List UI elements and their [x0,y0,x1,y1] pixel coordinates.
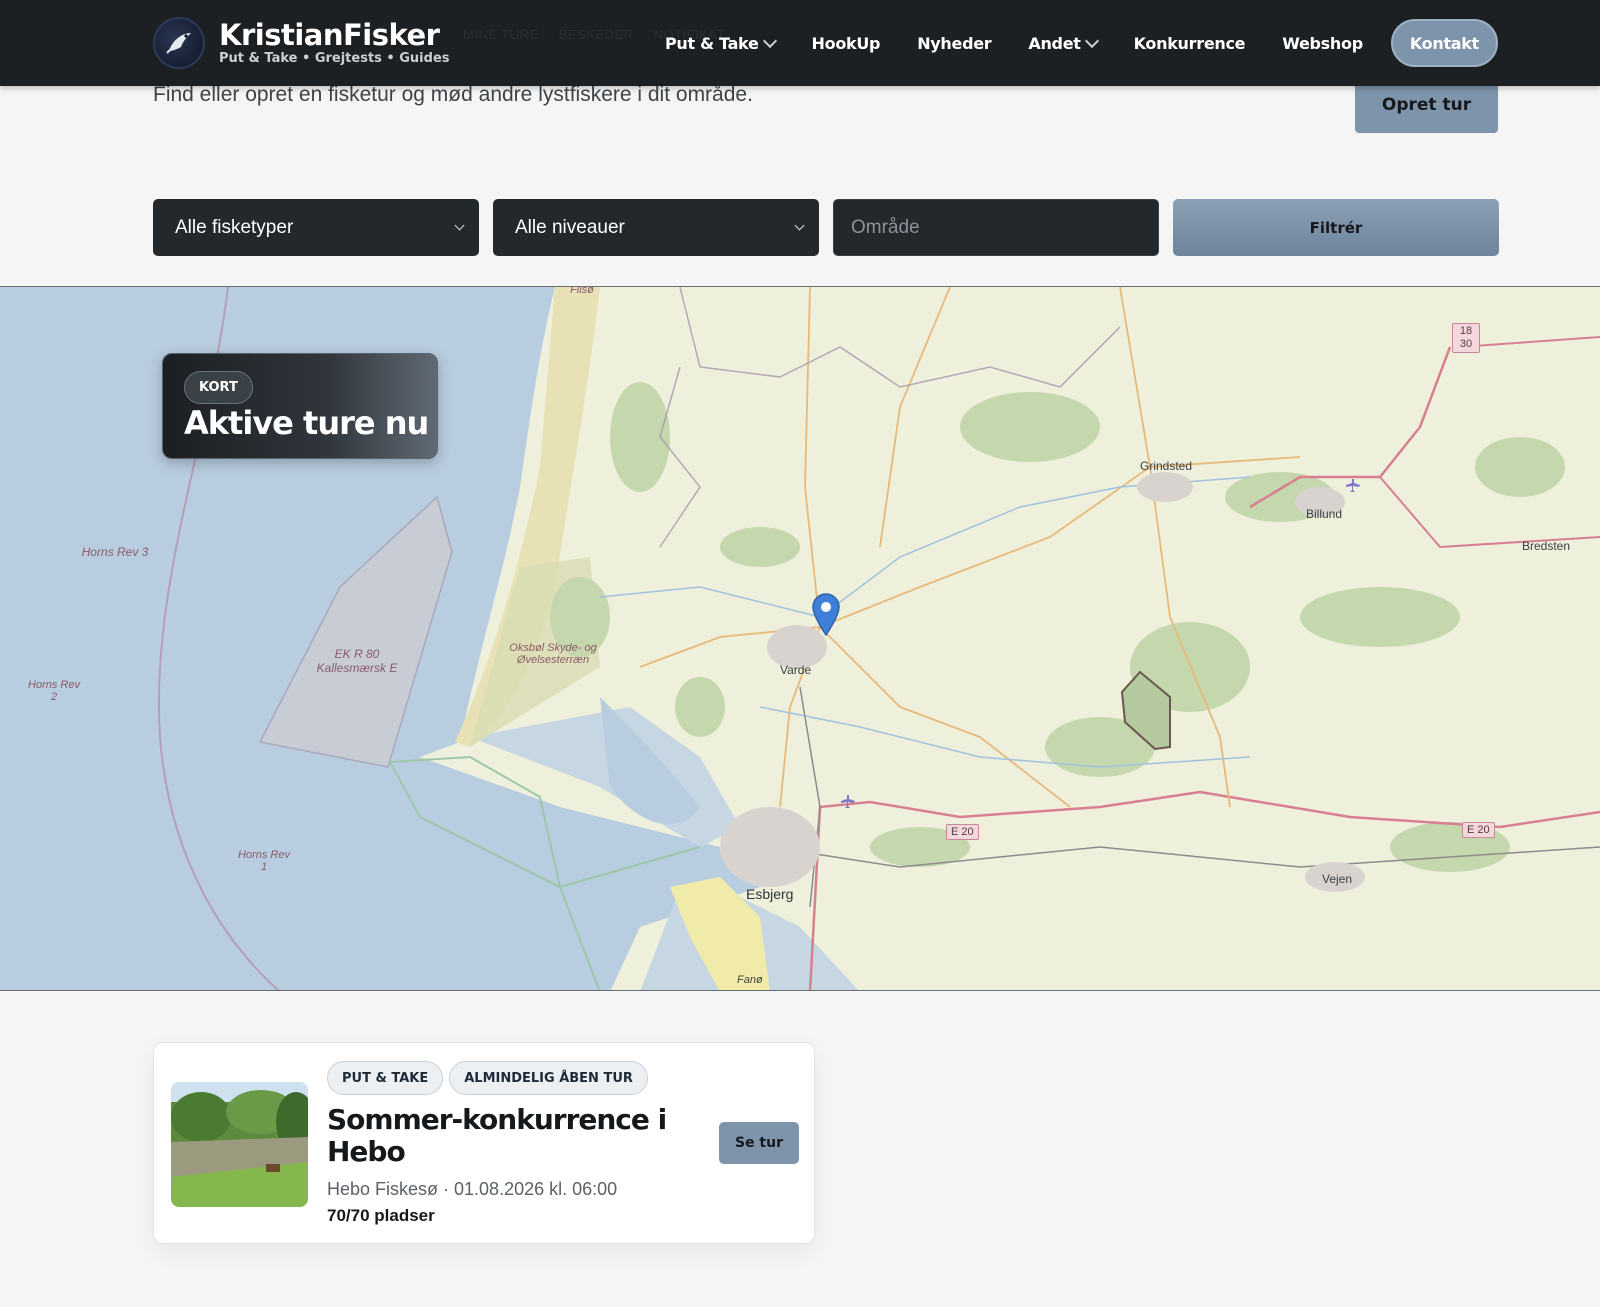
fish-logo-icon [153,17,205,69]
area-input[interactable] [833,199,1159,256]
nav-hookup[interactable]: HookUp [812,34,881,53]
nav-label: Nyheder [917,33,992,53]
nav-label: HookUp [811,33,881,53]
select-value: Alle niveauer [515,216,625,238]
nav-label: Webshop [1282,33,1363,53]
map-label-horns-rev-1: Horns Rev 1 [238,849,290,873]
brand[interactable]: KristianFisker Put & Take • Grejtests • … [153,17,450,69]
ghost-link: BESKEDER [558,27,634,42]
filter-button[interactable]: Filtrér [1173,199,1499,256]
map-label-oksbol: Oksbøl Skyde- og Øvelsesterræn [509,642,597,666]
map-label-varde: Varde [780,663,812,677]
brand-name: KristianFisker [219,18,440,52]
road-shield-e20: E 20 [946,824,979,840]
map-label-vejen: Vejen [1322,872,1353,886]
nav-label: Put & Take [664,33,759,53]
brand-tagline: Put & Take • Grejtests • Guides [219,51,450,66]
map-label-billund: Billund [1306,507,1343,521]
nav-konkurrence[interactable]: Konkurrence [1134,34,1246,53]
trip-tags: PUT & TAKE ALMINDELIG ÅBEN TUR [327,1061,648,1095]
trip-location-date: Hebo Fiskesø · 01.08.2026 kl. 06:00 [327,1179,618,1199]
trip-title: Sommer-konkurrence i Hebo [327,1103,667,1168]
filter-bar: Alle fisketyper Alle niveauer Filtrér [153,199,1499,256]
nav-label: Konkurrence [1133,33,1246,53]
trip-thumbnail [171,1082,308,1207]
map-label-restricted-zone: EK R 80 Kallesmærsk E [316,647,398,675]
tag-trip-type: ALMINDELIG ÅBEN TUR [449,1061,648,1095]
map-title: Aktive ture nu [184,404,429,442]
road-shield-18-30: 18 30 [1452,323,1480,353]
map-label-fano: Fanø [737,974,763,986]
trip-seats: 70/70 pladser [327,1206,435,1225]
see-trip-button[interactable]: Se tur [719,1122,799,1164]
map-label-horns-rev-2: Horns Rev 2 [28,679,80,703]
map-info-card: KORT Aktive ture nu [162,353,438,459]
page-subtitle: Find eller opret en fisketur og mød andr… [153,83,753,106]
map-label-horns-rev-3: Horns Rev 3 [81,545,149,559]
chevron-down-icon [794,220,805,231]
contact-button[interactable]: Kontakt [1390,19,1498,67]
nav-andet[interactable]: Andet [1028,33,1099,53]
nav-label: Andet [1028,33,1081,53]
ghost-link: MINE TURE [463,27,539,42]
nav-put-and-take[interactable]: Put & Take [664,33,777,53]
trip-map[interactable]: Horns Rev 3 Horns Rev 2 Horns Rev 1 EK R… [0,286,1600,991]
road-shield-e20: E 20 [1462,822,1495,838]
site-header: KristianFisker Put & Take • Grejtests • … [0,0,1600,86]
fishing-type-select[interactable]: Alle fisketyper [153,199,479,256]
select-value: Alle fisketyper [175,216,294,238]
nav-webshop[interactable]: Webshop [1282,34,1363,53]
map-label-bredsten: Bredsten [1522,539,1571,553]
map-badge: KORT [184,371,253,404]
main-nav: Put & Take HookUp Nyheder Andet Konkurre… [628,0,1600,86]
map-label-esbjerg: Esbjerg [746,886,794,902]
map-marker-pin-icon[interactable] [811,592,841,636]
chevron-down-icon [454,220,465,231]
tag-category: PUT & TAKE [327,1061,444,1095]
trip-card[interactable]: PUT & TAKE ALMINDELIG ÅBEN TUR Sommer-ko… [153,1042,815,1244]
chevron-down-icon [1084,33,1099,49]
map-label-grindsted: Grindsted [1140,459,1193,473]
map-label-filsoe: Filsø [570,286,594,296]
level-select[interactable]: Alle niveauer [493,199,819,256]
nav-nyheder[interactable]: Nyheder [917,34,991,53]
chevron-down-icon [762,33,777,49]
